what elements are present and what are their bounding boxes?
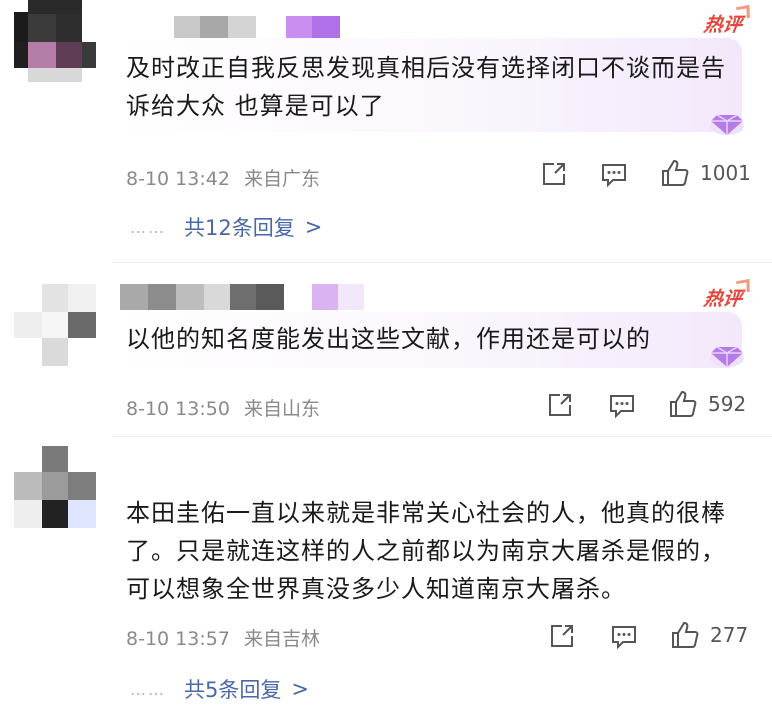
comment-icon — [612, 626, 636, 650]
share-icon — [551, 625, 573, 647]
view-replies-link[interactable]: …… 共5条回复 > — [130, 674, 309, 704]
thumbs-up-icon — [672, 621, 699, 648]
comment-button[interactable] — [610, 622, 638, 650]
comment-3: 本田圭佑一直以来就是非常关心社会的人，他真的很棒了。只是就连这样的人之前都以为南… — [0, 0, 772, 720]
comment-text: 本田圭佑一直以来就是非常关心社会的人，他真的很棒了。只是就连这样的人之前都以为南… — [126, 499, 726, 603]
like-button[interactable]: 277 — [670, 620, 748, 650]
comment-meta: 8-10 13:57 来自吉林 — [126, 624, 320, 651]
comment-location: 来自吉林 — [243, 628, 320, 650]
avatar[interactable] — [14, 446, 96, 528]
replies-count-label: 共5条回复 — [184, 678, 282, 702]
comment-time: 8-10 13:57 — [126, 628, 230, 650]
like-count: 277 — [710, 623, 749, 647]
chevron-right-icon: > — [291, 677, 309, 701]
share-button[interactable] — [548, 622, 576, 650]
reply-dots: …… — [130, 679, 166, 699]
